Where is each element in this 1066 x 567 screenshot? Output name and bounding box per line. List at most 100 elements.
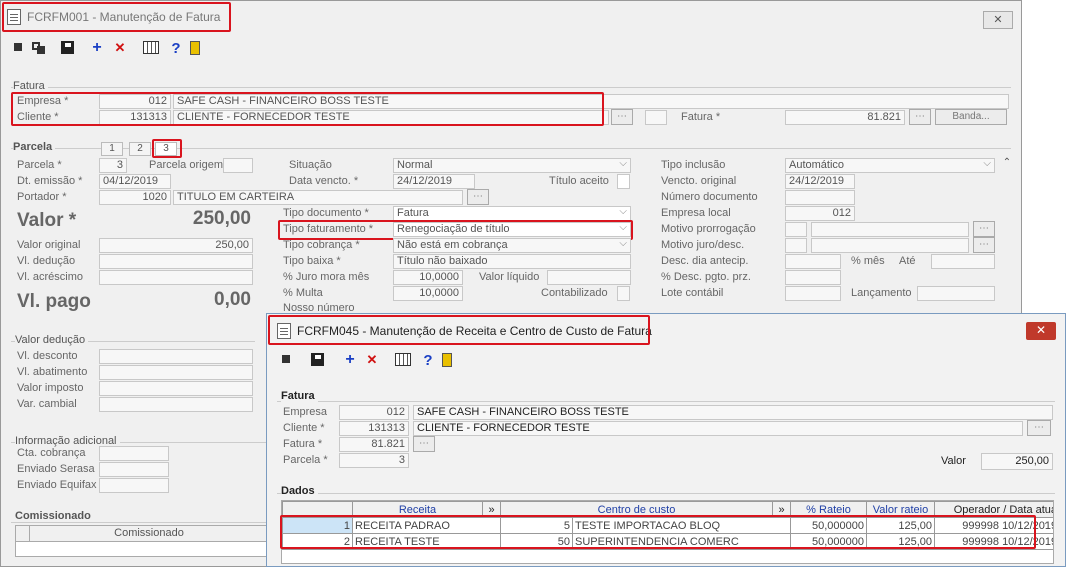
dialog-valor-field[interactable]: 250,00 — [981, 453, 1053, 470]
receita-cell[interactable]: RECEITA PADRAO — [352, 517, 501, 534]
multa-field[interactable]: 10,0000 — [393, 286, 463, 301]
receita-cell[interactable]: RECEITA TESTE — [352, 533, 501, 550]
valor-liquido-field[interactable] — [547, 270, 631, 285]
ate-field[interactable] — [931, 254, 995, 269]
numero-documento-field[interactable] — [785, 190, 855, 205]
situacao-select[interactable]: Normal — [393, 158, 631, 173]
rateio-cell[interactable]: 50,000000 — [790, 533, 867, 550]
dialog-empresa-name[interactable]: SAFE CASH - FINANCEIRO BOSS TESTE — [413, 405, 1053, 420]
table-row[interactable]: 2 RECEITA TESTE 50 SUPERINTENDENCIA COME… — [282, 533, 1053, 550]
motivo-prorrogacao-lookup[interactable]: ⋯ — [973, 221, 995, 237]
portador-lookup-button[interactable]: ⋯ — [467, 189, 489, 205]
cta-cobranca-field[interactable] — [99, 446, 169, 461]
desc-pgto-field[interactable] — [785, 270, 841, 285]
juro-field[interactable]: 10,0000 — [393, 270, 463, 285]
select-icon[interactable] — [11, 41, 29, 55]
dialog-cliente-name[interactable]: CLIENTE - FORNECEDOR TESTE — [413, 421, 1023, 436]
empresa-code-field[interactable]: 012 — [99, 94, 171, 109]
cc-code-cell[interactable]: 5 — [500, 517, 573, 534]
valor-rateio-cell[interactable]: 125,00 — [866, 517, 935, 534]
valor-original-field[interactable]: 250,00 — [99, 238, 253, 253]
multi-select-icon[interactable] — [29, 41, 51, 55]
contabilizado-checkbox[interactable] — [617, 286, 630, 301]
empresa-name-field[interactable]: SAFE CASH - FINANCEIRO BOSS TESTE — [173, 94, 1009, 109]
cliente-lookup-button[interactable]: ⋯ — [611, 109, 633, 125]
cliente-code-field[interactable]: 131313 — [99, 110, 171, 125]
valor-rateio-cell[interactable]: 125,00 — [866, 533, 935, 550]
help-icon[interactable]: ? — [419, 352, 437, 369]
grid-scroll-up-icon[interactable]: ⌃ — [1043, 521, 1051, 532]
comissionado-column-header[interactable]: Comissionado — [30, 526, 268, 542]
vl-desconto-field[interactable] — [99, 349, 253, 364]
main-close-button[interactable]: ✕ — [983, 11, 1013, 29]
delete-icon[interactable]: ✕ — [111, 40, 129, 56]
parcela-tab-3[interactable]: 3 — [155, 142, 177, 156]
vl-deducao-field[interactable] — [99, 254, 253, 269]
cc-name-cell[interactable]: SUPERINTENDENCIA COMERC — [572, 533, 791, 550]
main-scrollbar[interactable]: ⌃ — [999, 157, 1015, 317]
titulo-aceito-checkbox[interactable] — [617, 174, 630, 189]
save-icon[interactable] — [51, 41, 83, 55]
motivo-juro-name[interactable] — [811, 238, 969, 253]
dialog-fatura-value[interactable]: 81.821 — [339, 437, 409, 452]
portador-code-field[interactable]: 1020 — [99, 190, 171, 205]
add-icon[interactable]: + — [337, 351, 363, 369]
empresa-local-field[interactable]: 012 — [785, 206, 855, 221]
tipo-documento-select[interactable]: Fatura — [393, 206, 631, 221]
banda-button[interactable]: Banda... — [935, 109, 1007, 125]
table-row[interactable]: 1 RECEITA PADRAO 5 TESTE IMPORTACAO BLOQ… — [282, 517, 1053, 534]
tipo-baixa-field[interactable]: Título não baixado — [393, 254, 631, 269]
parcela-tab-2[interactable]: 2 — [129, 142, 151, 156]
parcela-field[interactable]: 3 — [99, 158, 127, 173]
dialog-parcela-value[interactable]: 3 — [339, 453, 409, 468]
row-index[interactable]: 2 — [282, 533, 353, 550]
operador-data-column-header[interactable]: Operador / Data atualização — [934, 501, 1053, 518]
rateio-cell[interactable]: 50,000000 — [790, 517, 867, 534]
dialog-cliente-code[interactable]: 131313 — [339, 421, 409, 436]
motivo-juro-code[interactable] — [785, 238, 807, 253]
cc-code-cell[interactable]: 50 — [500, 533, 573, 550]
receita-column-header[interactable]: Receita — [352, 501, 483, 518]
help-icon[interactable]: ? — [167, 40, 185, 57]
fatura-lookup-button[interactable]: ⋯ — [909, 109, 931, 125]
centro-custo-expand-icon[interactable]: » — [772, 501, 791, 518]
dt-emissao-field[interactable]: 04/12/2019 — [99, 174, 171, 189]
motivo-juro-lookup[interactable]: ⋯ — [973, 237, 995, 253]
motivo-prorrogacao-code[interactable] — [785, 222, 807, 237]
select-icon[interactable] — [279, 353, 297, 367]
lote-contabil-field[interactable] — [785, 286, 841, 301]
comissionado-grid[interactable]: Comissionado — [15, 525, 269, 557]
dialog-fatura-lookup[interactable]: ⋯ — [413, 436, 435, 452]
parcela-tab-1[interactable]: 1 — [101, 142, 123, 156]
rateio-column-header[interactable]: % Rateio — [790, 501, 867, 518]
operador-data-cell[interactable]: 999998 10/12/2019 14:36:41 — [934, 533, 1053, 550]
motivo-prorrogacao-name[interactable] — [811, 222, 969, 237]
centro-custo-column-header[interactable]: Centro de custo — [500, 501, 773, 518]
exit-icon[interactable] — [437, 353, 459, 367]
data-vencto-field[interactable]: 24/12/2019 — [393, 174, 475, 189]
save-icon[interactable] — [297, 353, 337, 367]
vencto-original-field[interactable]: 24/12/2019 — [785, 174, 855, 189]
enviado-serasa-field[interactable] — [99, 462, 169, 477]
row-index[interactable]: 1 — [282, 517, 353, 534]
cliente-extra-field[interactable] — [645, 110, 667, 125]
cc-name-cell[interactable]: TESTE IMPORTACAO BLOQ — [572, 517, 791, 534]
calculator-icon[interactable] — [381, 353, 419, 367]
tipo-inclusao-select[interactable]: Automático — [785, 158, 995, 173]
enviado-equifax-field[interactable] — [99, 478, 169, 493]
exit-icon[interactable] — [185, 41, 207, 55]
dialog-empresa-code[interactable]: 012 — [339, 405, 409, 420]
scroll-up-icon[interactable]: ⌃ — [999, 157, 1015, 168]
cliente-name-field[interactable]: CLIENTE - FORNECEDOR TESTE — [173, 110, 609, 125]
delete-icon[interactable]: ✕ — [363, 352, 381, 368]
receita-expand-icon[interactable]: » — [482, 501, 501, 518]
valor-rateio-column-header[interactable]: Valor rateio — [866, 501, 935, 518]
dialog-cliente-lookup[interactable]: ⋯ — [1027, 420, 1051, 436]
portador-name-field[interactable]: TITULO EM CARTEIRA — [173, 190, 463, 205]
calculator-icon[interactable] — [129, 41, 167, 55]
desc-dia-field[interactable] — [785, 254, 841, 269]
operador-data-cell[interactable]: 999998 10/12/2019 14:36:41 — [934, 517, 1053, 534]
lancamento-field[interactable] — [917, 286, 995, 301]
var-cambial-field[interactable] — [99, 397, 253, 412]
tipo-cobranca-select[interactable]: Não está em cobrança — [393, 238, 631, 253]
